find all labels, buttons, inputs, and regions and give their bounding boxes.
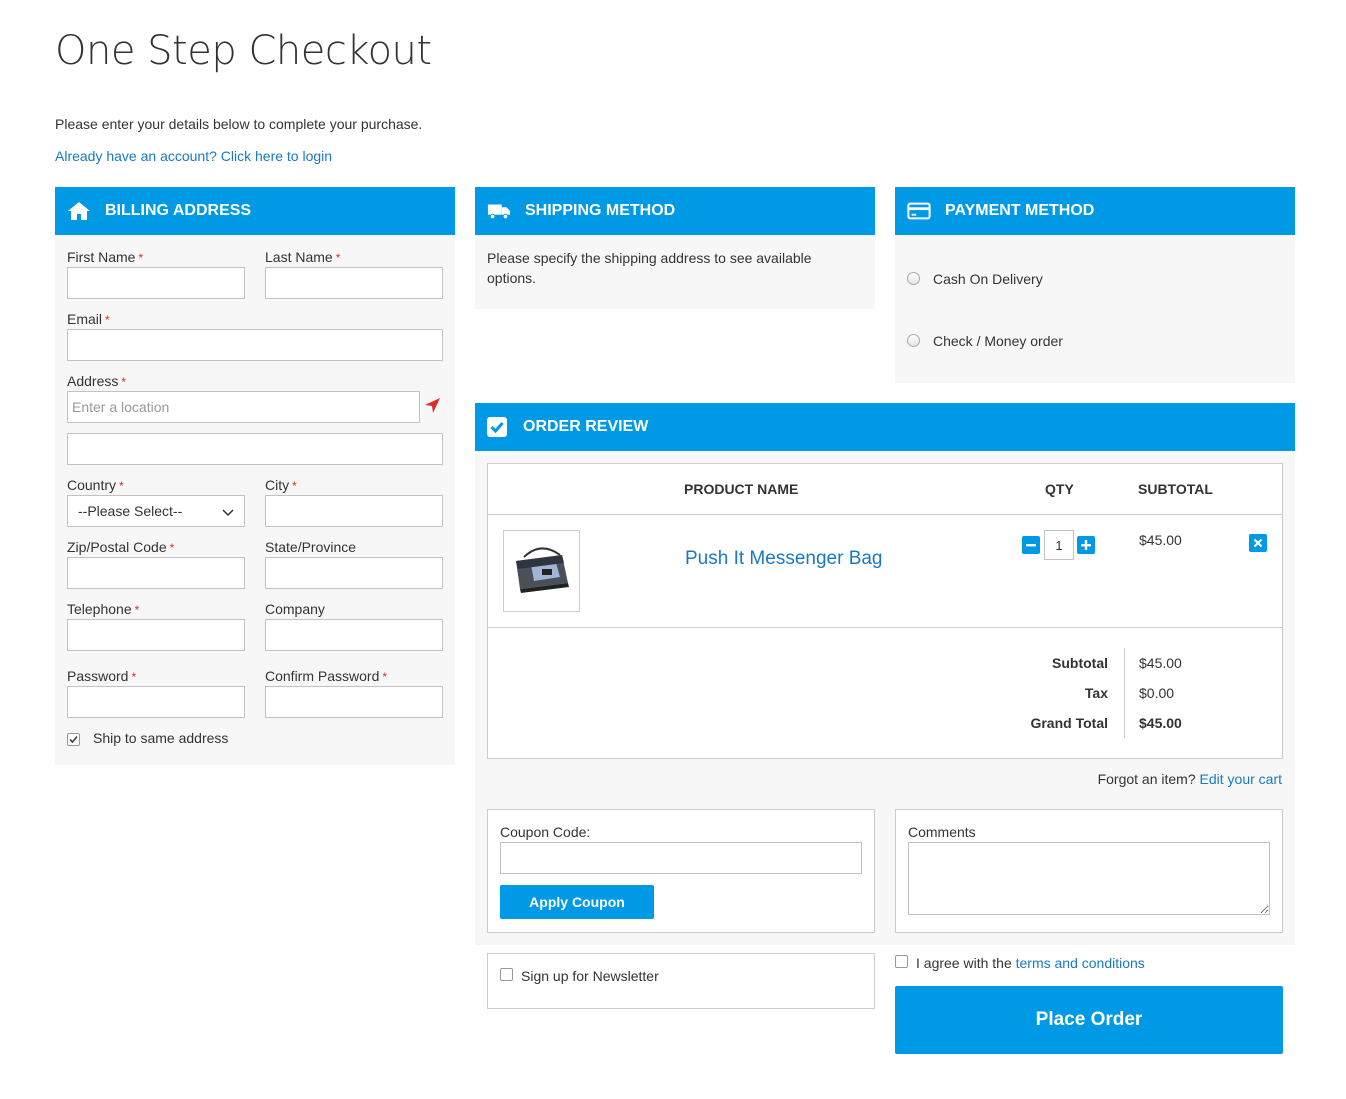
address-line2-input[interactable]: [67, 433, 443, 465]
billing-address-header: Billing Address: [55, 187, 455, 235]
plus-icon: [1081, 540, 1091, 550]
email-label: Email *: [67, 311, 110, 327]
email-input[interactable]: [67, 329, 443, 361]
ship-same-label: Ship to same address: [93, 730, 229, 746]
place-order-button[interactable]: Place Order: [895, 986, 1283, 1054]
remove-item-button[interactable]: [1249, 534, 1267, 552]
state-label: State/Province: [265, 539, 357, 555]
newsletter-checkbox[interactable]: [500, 968, 513, 981]
confirm-password-input[interactable]: [265, 686, 443, 718]
item-subtotal: $45.00: [1139, 532, 1182, 548]
terms-prefix: I agree with the: [916, 955, 1012, 971]
payment-option-check[interactable]: Check / Money order: [933, 333, 1063, 349]
last-name-input[interactable]: [265, 267, 443, 299]
checkbox-icon: [485, 415, 509, 439]
tax-value: $0.00: [1139, 685, 1175, 701]
totals-divider: [1124, 648, 1125, 738]
subtotal-value: $45.00: [1139, 655, 1182, 671]
locate-arrow-icon[interactable]: [423, 397, 441, 418]
apply-coupon-button[interactable]: Apply Coupon: [500, 885, 654, 919]
subtotal-label: Subtotal: [1052, 655, 1108, 671]
shipping-message: Please specify the shipping address to s…: [487, 250, 812, 286]
payment-radio-cod[interactable]: [907, 272, 920, 285]
table-divider: [488, 514, 1282, 515]
column-subtotal: Subtotal: [1138, 481, 1213, 497]
shipping-method-header: Shipping Method: [475, 187, 875, 235]
edit-cart-link[interactable]: Edit your cart: [1200, 771, 1282, 787]
country-label: Country *: [67, 477, 124, 493]
payment-method-panel: [895, 235, 1295, 383]
password-input[interactable]: [67, 686, 245, 718]
column-qty: Qty: [1045, 481, 1074, 497]
shipping-method-title: Shipping Method: [525, 202, 676, 219]
last-name-label: Last Name *: [265, 249, 341, 265]
order-review-title: Order Review: [523, 418, 649, 435]
grand-total-label: Grand Total: [1030, 715, 1108, 731]
coupon-input[interactable]: [500, 842, 862, 874]
state-input[interactable]: [265, 557, 443, 589]
telephone-input[interactable]: [67, 619, 245, 651]
telephone-label: Telephone *: [67, 601, 140, 617]
intro-text: Please enter your details below to compl…: [55, 116, 423, 132]
messenger-bag-image: [516, 547, 569, 593]
payment-radio-check[interactable]: [907, 334, 920, 347]
checkmark-icon: [69, 735, 78, 744]
forgot-item-text: Forgot an item?: [1097, 771, 1196, 787]
city-label: City *: [265, 477, 297, 493]
comments-textarea[interactable]: [908, 842, 1270, 915]
address-label: Address *: [67, 373, 127, 389]
city-input[interactable]: [265, 495, 443, 527]
truck-icon: [487, 199, 511, 223]
first-name-label: First Name *: [67, 249, 144, 265]
forgot-item-line: Forgot an item? Edit your cart: [1098, 771, 1282, 787]
newsletter-label: Sign up for Newsletter: [521, 968, 659, 984]
coupon-label: Coupon Code:: [500, 824, 591, 840]
password-label: Password *: [67, 668, 137, 684]
terms-line: I agree with the terms and conditions: [916, 955, 1145, 971]
close-icon: [1253, 538, 1263, 548]
order-review-header: Order Review: [475, 403, 1295, 451]
grand-total-value: $45.00: [1139, 715, 1182, 731]
address-line1-input[interactable]: [67, 391, 420, 423]
chevron-down-icon: [222, 505, 234, 521]
payment-method-title: Payment Method: [945, 202, 1095, 219]
terms-link[interactable]: terms and conditions: [1016, 955, 1145, 971]
tax-label: Tax: [1084, 685, 1108, 701]
qty-input[interactable]: 1: [1044, 530, 1074, 560]
minus-icon: [1026, 544, 1036, 547]
company-label: Company: [265, 601, 325, 617]
qty-decrease-button[interactable]: [1022, 536, 1040, 554]
company-input[interactable]: [265, 619, 443, 651]
payment-option-cod[interactable]: Cash On Delivery: [933, 271, 1043, 287]
zip-input[interactable]: [67, 557, 245, 589]
zip-label: Zip/Postal Code *: [67, 539, 175, 555]
product-name-link[interactable]: Push It Messenger Bag: [685, 548, 883, 570]
country-select-value: --Please Select--: [78, 503, 183, 519]
product-thumbnail[interactable]: [503, 530, 580, 612]
payment-method-header: Payment Method: [895, 187, 1295, 235]
table-divider: [488, 627, 1282, 628]
credit-card-icon: [907, 199, 931, 223]
comments-label: Comments: [908, 824, 976, 840]
billing-address-title: Billing Address: [105, 202, 252, 219]
country-select[interactable]: --Please Select--: [67, 495, 245, 527]
home-icon: [67, 199, 91, 223]
qty-increase-button[interactable]: [1077, 536, 1095, 554]
confirm-password-label: Confirm Password *: [265, 668, 388, 684]
page-title: One Step Checkout: [55, 28, 432, 74]
column-product-name: Product Name: [684, 481, 799, 497]
terms-checkbox[interactable]: [895, 955, 908, 968]
login-link[interactable]: Already have an account? Click here to l…: [55, 148, 332, 164]
ship-same-checkbox[interactable]: [67, 733, 80, 746]
first-name-input[interactable]: [67, 267, 245, 299]
